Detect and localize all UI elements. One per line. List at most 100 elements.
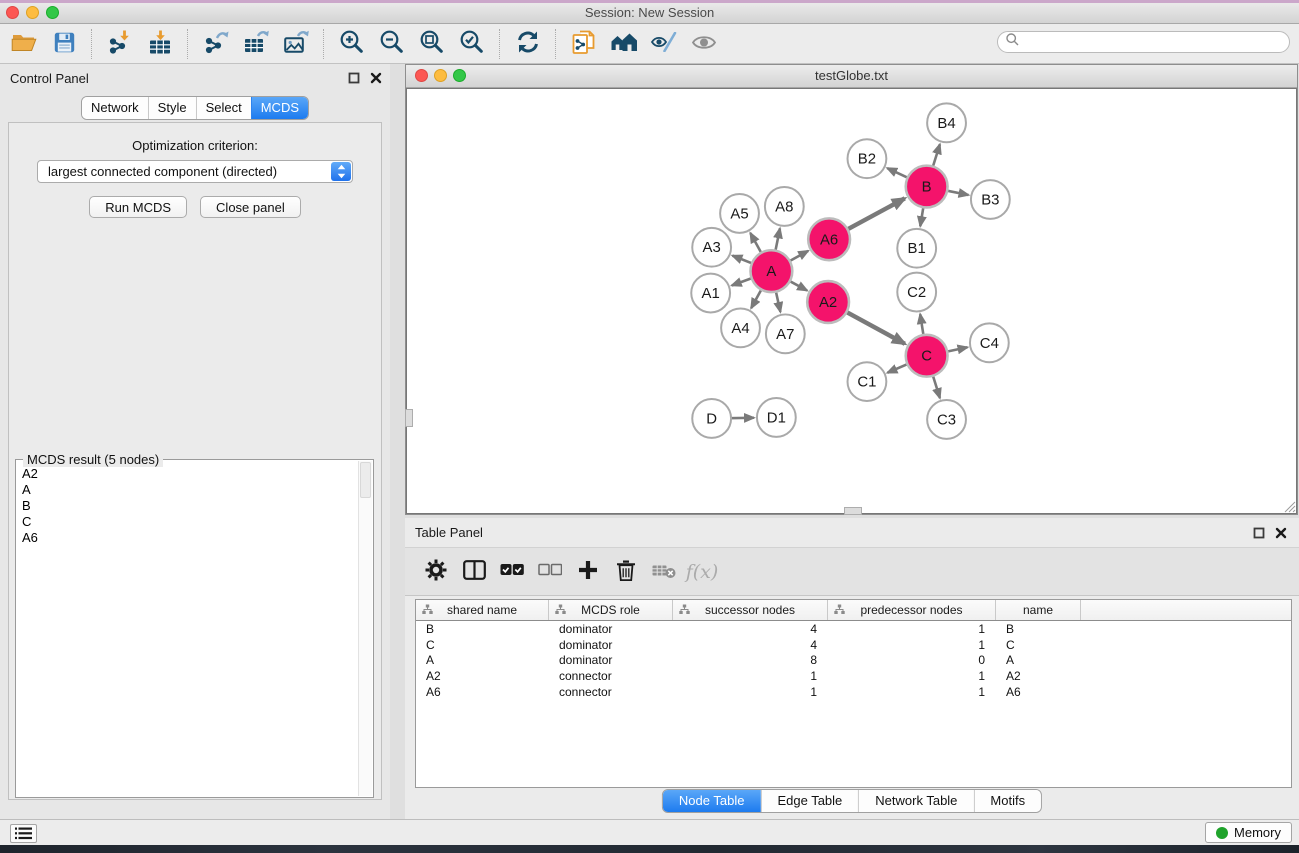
- edge-B-B3[interactable]: [945, 190, 968, 195]
- network-minimize-button[interactable]: [434, 69, 447, 82]
- apply-layout-button[interactable]: [508, 27, 548, 61]
- column-header-name[interactable]: name: [996, 600, 1081, 620]
- column-header-mcds-role[interactable]: MCDS role: [549, 600, 673, 620]
- splitter-handle-left[interactable]: [405, 409, 413, 427]
- edge-A-A6[interactable]: [788, 251, 808, 262]
- minimize-window-button[interactable]: [26, 6, 39, 19]
- node-B3[interactable]: B3: [971, 180, 1010, 219]
- mcds-result-item[interactable]: A2: [22, 466, 358, 482]
- edge-A2-C[interactable]: [845, 311, 905, 344]
- node-B1[interactable]: B1: [897, 229, 936, 268]
- edge-C-C4[interactable]: [945, 347, 967, 352]
- network-window-titlebar[interactable]: testGlobe.txt: [406, 65, 1297, 88]
- node-A6[interactable]: A6: [808, 218, 850, 260]
- table-tab-node-table[interactable]: Node Table: [663, 790, 761, 812]
- zoom-window-button[interactable]: [46, 6, 59, 19]
- import-network-button[interactable]: [100, 27, 140, 61]
- show-all-button[interactable]: [684, 27, 724, 61]
- mcds-result-item[interactable]: A6: [22, 530, 358, 546]
- memory-button[interactable]: Memory: [1205, 822, 1292, 843]
- table-row-c[interactable]: Cdominator41C: [416, 637, 1291, 653]
- result-scrollbar-thumb[interactable]: [360, 462, 371, 498]
- export-network-button[interactable]: [196, 27, 236, 61]
- node-A5[interactable]: A5: [720, 194, 759, 233]
- save-session-button[interactable]: [44, 27, 84, 61]
- node-A8[interactable]: A8: [765, 187, 804, 226]
- table-tab-network-table[interactable]: Network Table: [858, 790, 973, 812]
- node-A2[interactable]: A2: [807, 281, 849, 323]
- first-neighbors-button[interactable]: [604, 27, 644, 61]
- task-history-button[interactable]: [10, 824, 37, 843]
- node-A[interactable]: A: [750, 250, 792, 292]
- node-A3[interactable]: A3: [692, 228, 731, 267]
- column-header-predecessor-nodes[interactable]: predecessor nodes: [828, 600, 996, 620]
- table-row-a[interactable]: Adominator80A: [416, 652, 1291, 668]
- export-table-button[interactable]: [236, 27, 276, 61]
- delete-column-button[interactable]: [613, 555, 639, 589]
- node-A4[interactable]: A4: [721, 308, 760, 347]
- select-all-button[interactable]: [499, 555, 525, 589]
- close-panel-button-secondary[interactable]: Close panel: [200, 196, 301, 218]
- column-header-successor-nodes[interactable]: successor nodes: [673, 600, 828, 620]
- node-B4[interactable]: B4: [927, 103, 966, 142]
- mcds-result-item[interactable]: A: [22, 482, 358, 498]
- zoom-out-button[interactable]: [372, 27, 412, 61]
- float-panel-button[interactable]: [347, 71, 360, 84]
- edge-B-B2[interactable]: [887, 168, 909, 178]
- export-image-button[interactable]: [276, 27, 316, 61]
- edge-A-A3[interactable]: [732, 256, 753, 264]
- node-C4[interactable]: C4: [970, 323, 1009, 362]
- add-column-button[interactable]: [575, 555, 601, 589]
- edge-B-B4[interactable]: [932, 144, 940, 168]
- open-file-button[interactable]: [4, 27, 44, 61]
- splitter-handle-bottom[interactable]: [844, 507, 862, 515]
- node-C3[interactable]: C3: [927, 400, 966, 439]
- close-panel-button[interactable]: [369, 71, 382, 84]
- node-A1[interactable]: A1: [691, 274, 730, 313]
- tab-network[interactable]: Network: [82, 97, 148, 119]
- edge-C-C3[interactable]: [932, 374, 940, 398]
- table-tab-motifs[interactable]: Motifs: [973, 790, 1041, 812]
- edge-A-A1[interactable]: [732, 278, 754, 286]
- node-B2[interactable]: B2: [848, 139, 887, 178]
- result-scrollbar[interactable]: [358, 461, 372, 796]
- mcds-result-item[interactable]: C: [22, 514, 358, 530]
- edge-A-A7[interactable]: [775, 290, 780, 312]
- criterion-dropdown[interactable]: largest connected component (directed): [37, 160, 353, 183]
- edge-C-C2[interactable]: [920, 314, 924, 337]
- run-mcds-button[interactable]: Run MCDS: [89, 196, 187, 218]
- deselect-all-button[interactable]: [537, 555, 563, 589]
- delete-table-button[interactable]: [651, 555, 677, 589]
- node-A7[interactable]: A7: [766, 314, 805, 353]
- close-table-panel-button[interactable]: [1274, 526, 1287, 539]
- resize-grip-icon[interactable]: [1281, 498, 1296, 513]
- edge-A-A5[interactable]: [750, 233, 762, 255]
- mcds-result-item[interactable]: B: [22, 498, 358, 514]
- search-box[interactable]: [997, 31, 1290, 53]
- network-close-button[interactable]: [415, 69, 428, 82]
- network-canvas[interactable]: B4 B2 B B3 A8 A5 A6 A3 B1 A: [406, 88, 1297, 514]
- table-tab-edge-table[interactable]: Edge Table: [760, 790, 858, 812]
- network-zoom-button[interactable]: [453, 69, 466, 82]
- node-C1[interactable]: C1: [848, 362, 887, 401]
- table-row-b[interactable]: Bdominator41B: [416, 621, 1291, 637]
- edge-A-A4[interactable]: [751, 288, 762, 308]
- split-view-button[interactable]: [461, 555, 487, 589]
- column-header-shared-name[interactable]: shared name: [416, 600, 549, 620]
- settings-button[interactable]: [423, 555, 449, 589]
- hide-selected-button[interactable]: [644, 27, 684, 61]
- node-C[interactable]: C: [906, 335, 948, 377]
- import-table-button[interactable]: [140, 27, 180, 61]
- zoom-in-button[interactable]: [332, 27, 372, 61]
- function-builder-button[interactable]: f(x): [689, 555, 715, 589]
- edge-A-A8[interactable]: [775, 228, 780, 252]
- edge-C-C1[interactable]: [887, 363, 909, 372]
- tab-style[interactable]: Style: [148, 97, 196, 119]
- node-D1[interactable]: D1: [757, 398, 796, 437]
- zoom-selected-button[interactable]: [452, 27, 492, 61]
- search-input[interactable]: [1024, 34, 1289, 51]
- tab-mcds[interactable]: MCDS: [251, 97, 308, 119]
- node-D[interactable]: D: [692, 399, 731, 438]
- clone-network-button[interactable]: [564, 27, 604, 61]
- table-row-a2[interactable]: A2connector11A2: [416, 668, 1291, 684]
